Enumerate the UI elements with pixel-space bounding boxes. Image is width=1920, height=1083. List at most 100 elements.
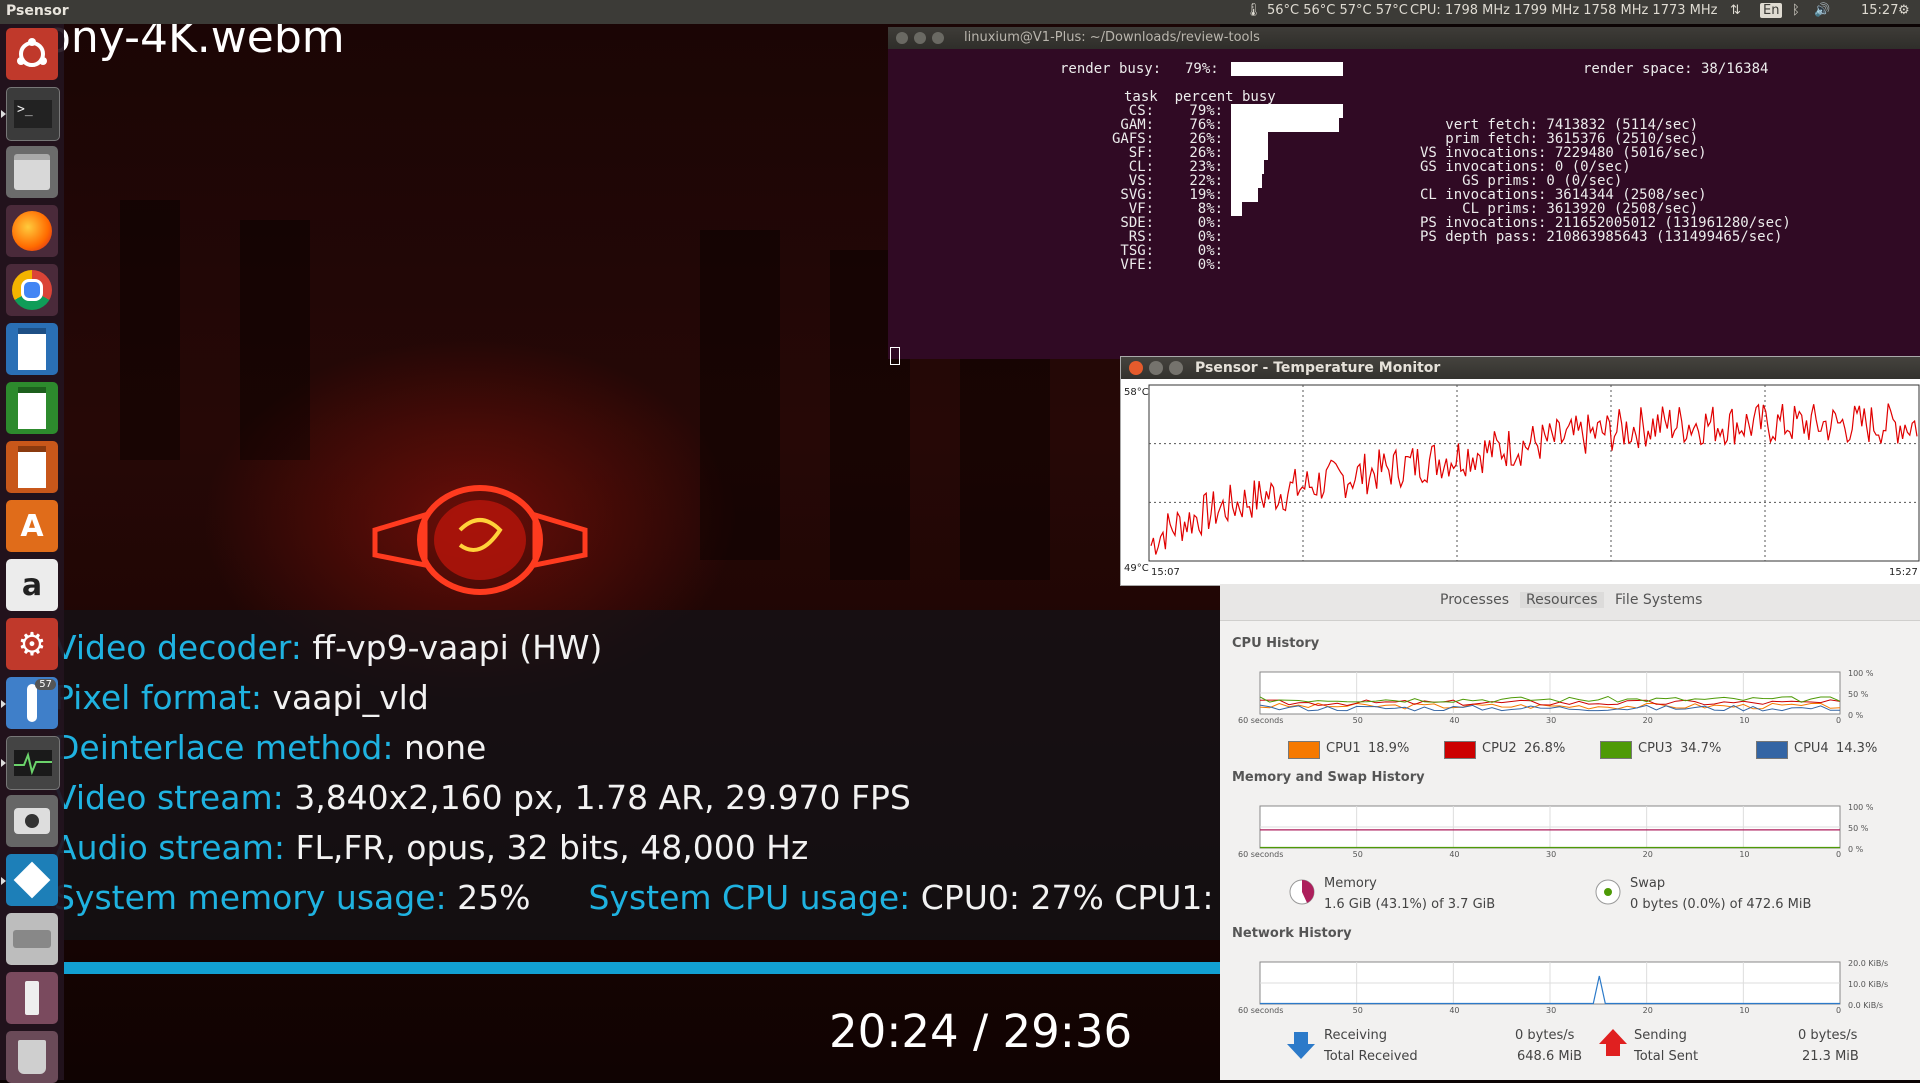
task-bar (1231, 160, 1264, 174)
total-received: 648.6 MiB (1517, 1049, 1583, 1064)
neon-sign-image (372, 485, 588, 595)
gear-icon[interactable]: ⚙ (1898, 3, 1910, 18)
ubuntu-dash-icon[interactable] (6, 28, 58, 80)
system-settings-icon[interactable]: ⚙ (6, 618, 58, 670)
x-tick-label: 30 (1546, 850, 1556, 859)
intel-gpu-top-output[interactable]: render busy: 79%: render space: 38/16384… (888, 49, 1920, 365)
cpu-value: 34.7% (1680, 741, 1722, 756)
cpu-freq-indicator[interactable]: CPU: 1798 MHz 1799 MHz 1758 MHz 1773 MHz (1410, 3, 1717, 18)
task-bar (1231, 188, 1258, 202)
terminal-icon[interactable]: >_ (6, 87, 60, 141)
minimize-button[interactable] (914, 32, 926, 44)
cpu-color-swatch[interactable] (1600, 741, 1632, 759)
thermometer-icon[interactable]: 🌡 (1245, 3, 1262, 18)
system-monitor-window[interactable]: Processes Resources File Systems CPU His… (1220, 584, 1920, 1080)
top-panel: Psensor 🌡 56°C 56°C 57°C 57°C CPU: 1798 … (0, 0, 1920, 24)
total-received-label: Total Received (1324, 1049, 1418, 1064)
bluetooth-icon[interactable]: ᛒ (1792, 3, 1800, 18)
x-start-label: 15:07 (1151, 567, 1180, 578)
x-tick-label: 50 (1353, 1006, 1363, 1015)
temps-indicator[interactable]: 56°C 56°C 57°C 57°C (1267, 3, 1408, 18)
camera-icon[interactable] (6, 795, 58, 847)
usb-icon[interactable] (6, 972, 58, 1024)
sending-label: Sending (1634, 1028, 1687, 1043)
amazon-icon[interactable]: a (6, 559, 58, 611)
info-value: vaapi_vld (272, 678, 429, 717)
maximize-button[interactable] (1169, 361, 1183, 375)
task-percent: 0%: (1197, 257, 1224, 273)
info-label: Pixel format: (54, 678, 273, 717)
memory-history-title: Memory and Swap History (1232, 770, 1425, 785)
cpu-history-graph: 60 seconds 50 40 30 20 10 0 100 % 50 % 0 % (1238, 669, 1874, 725)
files-icon[interactable] (6, 146, 58, 198)
stat-line: PS depth pass: 210863985643 (131499465/s… (1420, 229, 1783, 245)
terminal-titlebar[interactable]: linuxium@V1-Plus: ~/Downloads/review-too… (888, 27, 1920, 49)
close-button[interactable] (1129, 361, 1143, 375)
swap-pie-icon (1595, 879, 1621, 905)
maximize-button[interactable] (932, 32, 944, 44)
y-tick-label: 20.0 KiB/s (1848, 959, 1888, 968)
x-tick-label: 10 (1739, 850, 1749, 859)
y-min-label: 49°C (1124, 563, 1149, 574)
tab-file-systems[interactable]: File Systems (1615, 592, 1702, 608)
cpu-label: CPU4 (1794, 741, 1829, 756)
tab-resources[interactable]: Resources (1520, 592, 1604, 608)
network-history-title: Network History (1232, 926, 1352, 941)
memory-pie-icon (1289, 879, 1315, 905)
clock[interactable]: 15:27 (1861, 3, 1898, 18)
psensor-window[interactable]: Psensor - Temperature Monitor 58°C 49°C … (1120, 356, 1920, 586)
close-button[interactable] (896, 32, 908, 44)
info-value: FL,FR, opus, 32 bits, 48,000 Hz (295, 828, 809, 867)
render-busy-value: 79%: (1185, 61, 1219, 77)
task-bar (1231, 146, 1268, 160)
memory-label: Memory (1324, 876, 1377, 891)
minimize-button[interactable] (1149, 361, 1163, 375)
info-label: Video stream: (54, 778, 295, 817)
kodi-icon[interactable] (6, 854, 58, 906)
sys-cpu-value: CPU0: 27% CPU1: 24% CP (920, 878, 1220, 917)
system-monitor-icon[interactable] (6, 736, 60, 790)
memory-value: 1.6 GiB (43.1%) of 3.7 GiB (1324, 897, 1496, 912)
drive-icon[interactable] (6, 913, 58, 965)
software-center-icon[interactable]: A (6, 500, 58, 552)
x-tick-label: 0 (1836, 1006, 1841, 1015)
terminal-window[interactable]: linuxium@V1-Plus: ~/Downloads/review-too… (888, 27, 1920, 365)
info-row: Audio stream: FL,FR, opus, 32 bits, 48,0… (54, 828, 808, 867)
tab-processes[interactable]: Processes (1440, 592, 1509, 608)
x-tick-label: 50 (1353, 850, 1363, 859)
sending-rate: 0 bytes/s (1798, 1028, 1858, 1043)
x-end-label: 15:27 (1889, 567, 1918, 578)
keyboard-layout-indicator[interactable]: En (1760, 3, 1783, 18)
writer-icon[interactable] (6, 323, 58, 375)
trash-icon[interactable] (6, 1031, 58, 1083)
y-tick-label: 0 % (1848, 845, 1864, 854)
volume-icon[interactable]: 🔊 (1814, 3, 1830, 18)
cpu-history-title: CPU History (1232, 636, 1320, 651)
render-busy-bar (1231, 62, 1343, 76)
calc-icon[interactable] (6, 382, 58, 434)
firefox-icon[interactable] (6, 205, 58, 257)
impress-icon[interactable] (6, 441, 58, 493)
psensor-icon[interactable]: 57 (6, 677, 58, 729)
psensor-titlebar[interactable]: Psensor - Temperature Monitor (1121, 357, 1920, 379)
cpu-color-swatch[interactable] (1444, 741, 1476, 759)
tab-bar: Processes Resources File Systems (1220, 584, 1920, 621)
cpu-value: 14.3% (1836, 741, 1878, 756)
receiving-label: Receiving (1324, 1028, 1388, 1043)
active-app-name: Psensor (6, 3, 69, 19)
x-tick-label: 40 (1449, 850, 1459, 859)
task-bar (1231, 118, 1339, 132)
y-tick-label: 100 % (1848, 803, 1874, 812)
cpu-color-swatch[interactable] (1288, 741, 1320, 759)
upload-arrow-icon (1599, 1029, 1627, 1056)
info-row: Deinterlace method: none (54, 728, 486, 767)
playback-progress-bar[interactable] (64, 962, 1220, 974)
swap-label: Swap (1630, 876, 1666, 891)
cpu-color-swatch[interactable] (1756, 741, 1788, 759)
render-busy-label: render busy: (1060, 61, 1162, 77)
info-value: none (403, 728, 487, 767)
network-arrows-icon[interactable]: ⇅ (1730, 3, 1741, 18)
chrome-icon[interactable] (6, 264, 58, 316)
info-label: Video decoder: (54, 628, 313, 667)
terminal-cursor (890, 347, 900, 365)
